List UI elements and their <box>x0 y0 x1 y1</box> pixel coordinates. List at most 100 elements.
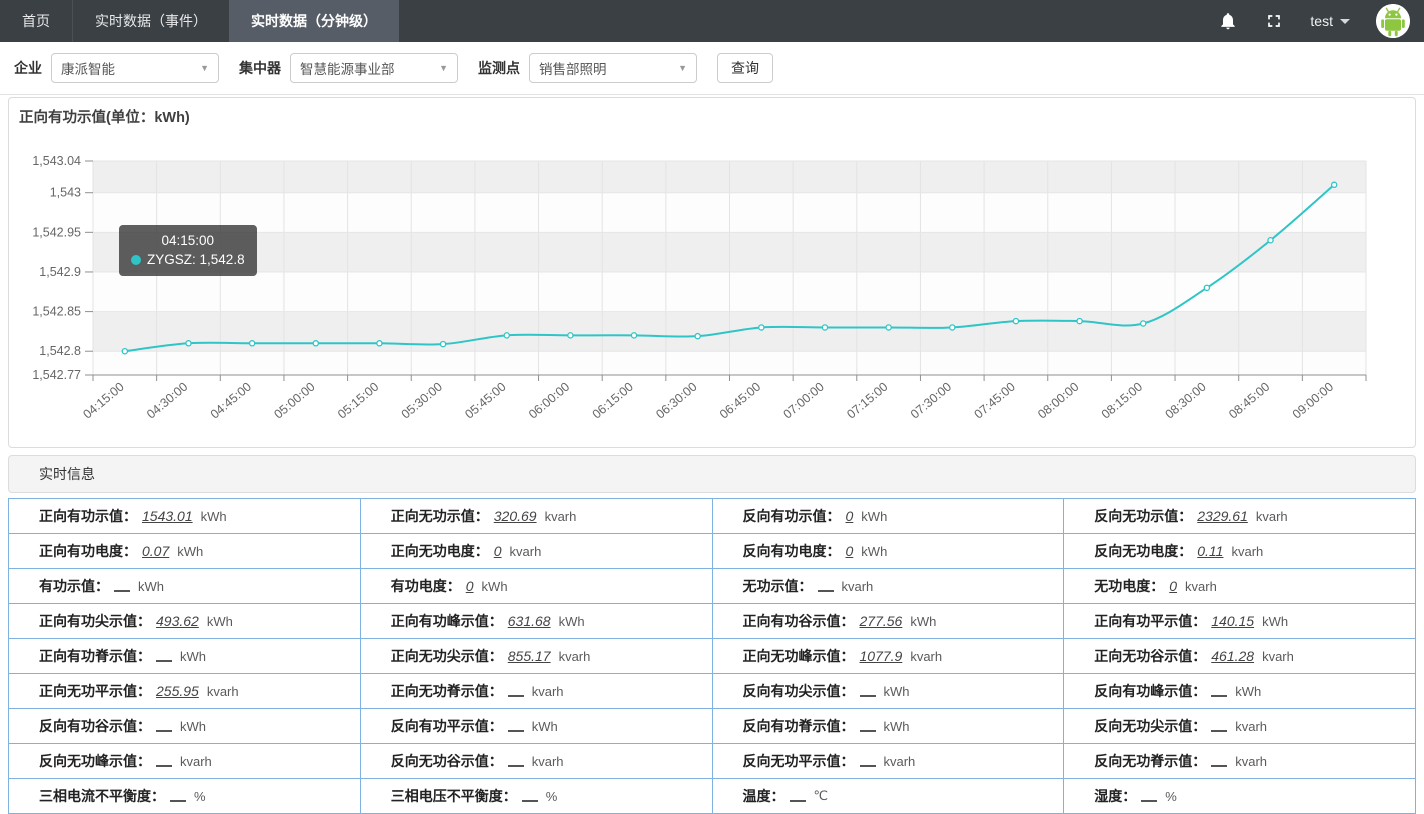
avatar[interactable] <box>1376 4 1410 38</box>
x-axis-label: 04:45:00 <box>208 380 254 422</box>
data-point[interactable] <box>1013 319 1018 324</box>
x-axis-label: 07:15:00 <box>844 380 890 422</box>
info-value-link[interactable]: 277.56 <box>860 613 903 629</box>
x-axis-label: 08:45:00 <box>1226 380 1272 422</box>
info-cell: 正向有功谷示值：277.56kWh <box>713 604 1065 639</box>
info-value-link[interactable]: 461.28 <box>1211 648 1254 664</box>
info-unit: kWh <box>180 649 206 664</box>
data-point[interactable] <box>695 334 700 339</box>
tab-realtime-event[interactable]: 实时数据（事件） <box>72 0 229 42</box>
info-value-link[interactable]: 140.15 <box>1211 613 1254 629</box>
info-value-link[interactable]: 2329.61 <box>1197 508 1248 524</box>
info-cell: 正向无功脊示值：kvarh <box>361 674 713 709</box>
info-unit: kWh <box>207 614 233 629</box>
data-point[interactable] <box>1204 285 1209 290</box>
info-unit: kvarh <box>559 649 591 664</box>
select-monitor-point[interactable]: 销售部照明 ▼ <box>529 53 697 83</box>
select-enterprise[interactable]: 康派智能▼ <box>51 53 219 83</box>
x-axis-label: 07:30:00 <box>908 380 954 422</box>
info-unit: kWh <box>138 579 164 594</box>
info-unit: kvarh <box>207 684 239 699</box>
info-value-link[interactable]: 0.11 <box>1197 543 1223 559</box>
info-unit: kvarh <box>1231 544 1263 559</box>
info-unit: kWh <box>201 509 227 524</box>
info-value-link[interactable]: 0 <box>1169 578 1177 594</box>
tab-home[interactable]: 首页 <box>0 0 72 42</box>
info-unit: kWh <box>910 614 936 629</box>
tab-realtime-minute[interactable]: 实时数据（分钟级） <box>229 0 399 42</box>
data-point[interactable] <box>822 325 827 330</box>
info-cell: 正向有功脊示值：kWh <box>9 639 361 674</box>
info-label: 正向无功电度： <box>391 541 489 561</box>
empty-value-dash <box>1211 721 1227 732</box>
filter-label-concentrator: 集中器 <box>239 58 281 78</box>
data-point[interactable] <box>122 349 127 354</box>
info-value-link[interactable]: 0 <box>846 508 854 524</box>
data-point[interactable] <box>631 333 636 338</box>
x-axis-label: 06:45:00 <box>717 380 763 422</box>
info-value-link[interactable]: 0.07 <box>142 543 169 559</box>
info-label: 反向有功峰示值： <box>1094 681 1206 701</box>
info-value-link[interactable]: 0 <box>466 578 474 594</box>
info-value-link[interactable]: 1543.01 <box>142 508 193 524</box>
filter-bar: 企业康派智能▼集中器智慧能源事业部▼监测点销售部照明▼查询 <box>0 42 1424 95</box>
data-point[interactable] <box>440 341 445 346</box>
filter-label-enterprise: 企业 <box>14 58 42 78</box>
info-value-link[interactable]: 493.62 <box>156 613 199 629</box>
info-unit: kWh <box>884 684 910 699</box>
data-point[interactable] <box>250 341 255 346</box>
info-value-link[interactable]: 1077.9 <box>860 648 903 664</box>
bell-icon[interactable] <box>1218 11 1238 31</box>
x-axis-label: 06:00:00 <box>526 380 572 422</box>
data-point[interactable] <box>1332 182 1337 187</box>
empty-value-dash <box>860 721 876 732</box>
info-label: 正向无功谷示值： <box>1094 646 1206 666</box>
info-cell: 无功电度：0kvarh <box>1064 569 1416 604</box>
data-point[interactable] <box>1268 238 1273 243</box>
query-button[interactable]: 查询 <box>717 53 773 83</box>
info-label: 温度： <box>743 786 785 806</box>
filter-group-monitor-point: 监测点销售部照明▼ <box>478 53 697 83</box>
data-point[interactable] <box>886 325 891 330</box>
data-point[interactable] <box>1141 321 1146 326</box>
info-value-link[interactable]: 0 <box>846 543 854 559</box>
filter-group-concentrator: 集中器智慧能源事业部▼ <box>239 53 458 83</box>
info-cell: 反向无功谷示值：kvarh <box>361 744 713 779</box>
filter-group-enterprise: 企业康派智能▼ <box>14 53 219 83</box>
y-axis-label: 1,543 <box>50 186 81 200</box>
data-point[interactable] <box>504 333 509 338</box>
data-point[interactable] <box>568 333 573 338</box>
empty-value-dash <box>156 756 172 767</box>
realtime-info-header: 实时信息 <box>8 455 1416 493</box>
info-cell: 反向有功峰示值：kWh <box>1064 674 1416 709</box>
select-caret-icon: ▼ <box>678 63 687 73</box>
realtime-info-title: 实时信息 <box>39 466 95 482</box>
data-point[interactable] <box>950 325 955 330</box>
info-value-link[interactable]: 0 <box>494 543 502 559</box>
info-label: 反向有功示值： <box>743 506 841 526</box>
select-concentrator[interactable]: 智慧能源事业部▼ <box>290 53 458 83</box>
info-value-link[interactable]: 320.69 <box>494 508 537 524</box>
data-point[interactable] <box>377 341 382 346</box>
info-unit: % <box>546 789 558 804</box>
info-value-link[interactable]: 855.17 <box>508 648 551 664</box>
user-menu[interactable]: test <box>1310 13 1350 29</box>
info-label: 有功电度： <box>391 576 461 596</box>
info-label: 正向有功电度： <box>39 541 137 561</box>
fullscreen-icon[interactable] <box>1264 11 1284 31</box>
info-value-link[interactable]: 631.68 <box>508 613 551 629</box>
data-point[interactable] <box>759 325 764 330</box>
info-unit: kWh <box>180 719 206 734</box>
info-cell: 反向无功示值：2329.61kvarh <box>1064 499 1416 534</box>
info-label: 反向无功平示值： <box>743 751 855 771</box>
info-value-link[interactable]: 255.95 <box>156 683 199 699</box>
data-point[interactable] <box>186 341 191 346</box>
data-point[interactable] <box>1077 319 1082 324</box>
select-value-monitor-point: 销售部照明 <box>539 58 607 78</box>
info-label: 正向无功脊示值： <box>391 681 503 701</box>
chart-panel: 正向有功示值(单位：kWh) 1,543.041,5431,542.951,54… <box>8 97 1416 448</box>
nav-tabs: 首页实时数据（事件）实时数据（分钟级） <box>0 0 399 42</box>
info-cell: 三相电压不平衡度：% <box>361 779 713 814</box>
info-unit: kvarh <box>1256 509 1288 524</box>
data-point[interactable] <box>313 341 318 346</box>
